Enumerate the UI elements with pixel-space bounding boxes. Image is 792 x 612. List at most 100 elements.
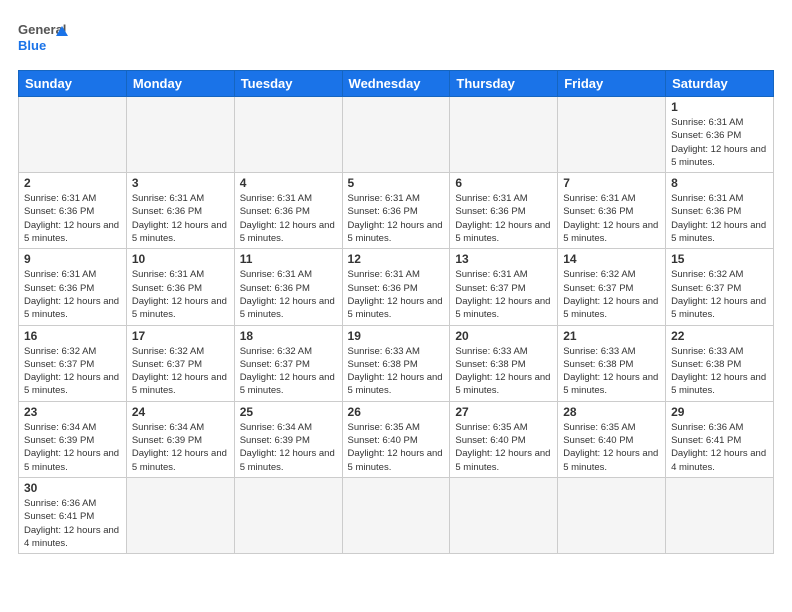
day-cell: 18 Sunrise: 6:32 AMSunset: 6:37 PMDayligh…: [234, 325, 342, 401]
page: General Blue SundayMondayTuesdayWednesda…: [0, 0, 792, 612]
day-cell: 15 Sunrise: 6:32 AMSunset: 6:37 PMDayligh…: [666, 249, 774, 325]
day-number: 19: [348, 329, 445, 343]
day-number: 16: [24, 329, 121, 343]
header: General Blue: [18, 18, 774, 60]
day-number: 25: [240, 405, 337, 419]
day-cell: 14Sunrise: 6:32 AMSunset: 6:37 PMDayligh…: [558, 249, 666, 325]
day-number: 1: [671, 100, 768, 114]
day-cell: [234, 97, 342, 173]
day-info: Sunrise: 6:33 AMSunset: 6:38 PMDaylight:…: [563, 345, 660, 398]
day-cell: 10Sunrise: 6:31 AMSunset: 6:36 PMDayligh…: [126, 249, 234, 325]
day-number: 18: [240, 329, 337, 343]
day-info: Sunrise: 6:31 AMSunset: 6:36 PMDaylight:…: [671, 192, 768, 245]
day-cell: [126, 477, 234, 553]
day-cell: [666, 477, 774, 553]
day-info: Sunrise: 6:35 AMSunset: 6:40 PMDaylight:…: [563, 421, 660, 474]
day-info: Sunrise: 6:33 AMSunset: 6:38 PMDaylight:…: [348, 345, 445, 398]
day-info: Sunrise: 6:36 AMSunset: 6:41 PMDaylight:…: [671, 421, 768, 474]
day-cell: [126, 97, 234, 173]
day-info: Sunrise: 6:31 AMSunset: 6:36 PMDaylight:…: [240, 192, 337, 245]
day-info: Sunrise: 6:32 AMSunset: 6:37 PMDaylight:…: [671, 268, 768, 321]
weekday-header-row: SundayMondayTuesdayWednesdayThursdayFrid…: [19, 71, 774, 97]
day-number: 3: [132, 176, 229, 190]
day-cell: 21Sunrise: 6:33 AMSunset: 6:38 PMDayligh…: [558, 325, 666, 401]
day-number: 9: [24, 252, 121, 266]
week-row-4: 16 Sunrise: 6:32 AMSunset: 6:37 PMDayligh…: [19, 325, 774, 401]
day-cell: 12 Sunrise: 6:31 AMSunset: 6:36 PMDayligh…: [342, 249, 450, 325]
day-number: 10: [132, 252, 229, 266]
day-number: 13: [455, 252, 552, 266]
day-number: 27: [455, 405, 552, 419]
day-info: Sunrise: 6:31 AMSunset: 6:36 PMDaylight:…: [455, 192, 552, 245]
week-row-2: 2 Sunrise: 6:31 AMSunset: 6:36 PMDaylight…: [19, 173, 774, 249]
day-cell: 7Sunrise: 6:31 AMSunset: 6:36 PMDaylight…: [558, 173, 666, 249]
weekday-friday: Friday: [558, 71, 666, 97]
day-cell: 28 Sunrise: 6:35 AMSunset: 6:40 PMDayligh…: [558, 401, 666, 477]
day-cell: 11 Sunrise: 6:31 AMSunset: 6:36 PMDayligh…: [234, 249, 342, 325]
day-cell: 20 Sunrise: 6:33 AMSunset: 6:38 PMDayligh…: [450, 325, 558, 401]
day-cell: 26Sunrise: 6:35 AMSunset: 6:40 PMDayligh…: [342, 401, 450, 477]
day-number: 17: [132, 329, 229, 343]
day-number: 29: [671, 405, 768, 419]
day-info: Sunrise: 6:36 AMSunset: 6:41 PMDaylight:…: [24, 497, 121, 550]
day-cell: 27Sunrise: 6:35 AMSunset: 6:40 PMDayligh…: [450, 401, 558, 477]
day-info: Sunrise: 6:31 AMSunset: 6:36 PMDaylight:…: [240, 268, 337, 321]
day-cell: 25 Sunrise: 6:34 AMSunset: 6:39 PMDayligh…: [234, 401, 342, 477]
day-cell: 30 Sunrise: 6:36 AMSunset: 6:41 PMDayligh…: [19, 477, 127, 553]
day-number: 28: [563, 405, 660, 419]
day-number: 23: [24, 405, 121, 419]
day-info: Sunrise: 6:31 AMSunset: 6:36 PMDaylight:…: [348, 192, 445, 245]
day-cell: [450, 97, 558, 173]
calendar-table: SundayMondayTuesdayWednesdayThursdayFrid…: [18, 70, 774, 554]
day-number: 8: [671, 176, 768, 190]
day-cell: 29 Sunrise: 6:36 AMSunset: 6:41 PMDayligh…: [666, 401, 774, 477]
day-cell: 19 Sunrise: 6:33 AMSunset: 6:38 PMDayligh…: [342, 325, 450, 401]
day-cell: 9 Sunrise: 6:31 AMSunset: 6:36 PMDaylight…: [19, 249, 127, 325]
day-cell: [342, 97, 450, 173]
day-number: 22: [671, 329, 768, 343]
day-number: 7: [563, 176, 660, 190]
day-cell: [234, 477, 342, 553]
day-info: Sunrise: 6:31 AMSunset: 6:37 PMDaylight:…: [455, 268, 552, 321]
day-cell: 17Sunrise: 6:32 AMSunset: 6:37 PMDayligh…: [126, 325, 234, 401]
day-cell: 1Sunrise: 6:31 AMSunset: 6:36 PMDaylight…: [666, 97, 774, 173]
day-number: 20: [455, 329, 552, 343]
day-cell: 2Sunrise: 6:31 AMSunset: 6:36 PMDaylight…: [19, 173, 127, 249]
day-number: 11: [240, 252, 337, 266]
day-number: 30: [24, 481, 121, 495]
logo-svg: General Blue: [18, 18, 68, 60]
week-row-1: 1Sunrise: 6:31 AMSunset: 6:36 PMDaylight…: [19, 97, 774, 173]
svg-text:Blue: Blue: [18, 38, 46, 53]
day-number: 5: [348, 176, 445, 190]
weekday-sunday: Sunday: [19, 71, 127, 97]
day-cell: 6 Sunrise: 6:31 AMSunset: 6:36 PMDaylight…: [450, 173, 558, 249]
day-cell: 8 Sunrise: 6:31 AMSunset: 6:36 PMDaylight…: [666, 173, 774, 249]
day-number: 15: [671, 252, 768, 266]
day-cell: [19, 97, 127, 173]
day-cell: 5 Sunrise: 6:31 AMSunset: 6:36 PMDaylight…: [342, 173, 450, 249]
day-cell: 3 Sunrise: 6:31 AMSunset: 6:36 PMDaylight…: [126, 173, 234, 249]
day-number: 4: [240, 176, 337, 190]
day-info: Sunrise: 6:31 AMSunset: 6:36 PMDaylight:…: [132, 192, 229, 245]
day-cell: [558, 97, 666, 173]
day-info: Sunrise: 6:32 AMSunset: 6:37 PMDaylight:…: [240, 345, 337, 398]
weekday-thursday: Thursday: [450, 71, 558, 97]
day-info: Sunrise: 6:34 AMSunset: 6:39 PMDaylight:…: [240, 421, 337, 474]
day-cell: 16Sunrise: 6:32 AMSunset: 6:37 PMDayligh…: [19, 325, 127, 401]
day-info: Sunrise: 6:33 AMSunset: 6:38 PMDaylight:…: [671, 345, 768, 398]
day-info: Sunrise: 6:31 AMSunset: 6:36 PMDaylight:…: [348, 268, 445, 321]
logo: General Blue: [18, 18, 68, 60]
day-number: 2: [24, 176, 121, 190]
day-info: Sunrise: 6:35 AMSunset: 6:40 PMDaylight:…: [348, 421, 445, 474]
day-cell: [450, 477, 558, 553]
week-row-6: 30 Sunrise: 6:36 AMSunset: 6:41 PMDayligh…: [19, 477, 774, 553]
day-number: 6: [455, 176, 552, 190]
day-number: 12: [348, 252, 445, 266]
day-cell: 23 Sunrise: 6:34 AMSunset: 6:39 PMDayligh…: [19, 401, 127, 477]
day-info: Sunrise: 6:33 AMSunset: 6:38 PMDaylight:…: [455, 345, 552, 398]
week-row-3: 9 Sunrise: 6:31 AMSunset: 6:36 PMDaylight…: [19, 249, 774, 325]
day-cell: 22 Sunrise: 6:33 AMSunset: 6:38 PMDayligh…: [666, 325, 774, 401]
day-info: Sunrise: 6:34 AMSunset: 6:39 PMDaylight:…: [24, 421, 121, 474]
day-info: Sunrise: 6:31 AMSunset: 6:36 PMDaylight:…: [24, 268, 121, 321]
weekday-saturday: Saturday: [666, 71, 774, 97]
